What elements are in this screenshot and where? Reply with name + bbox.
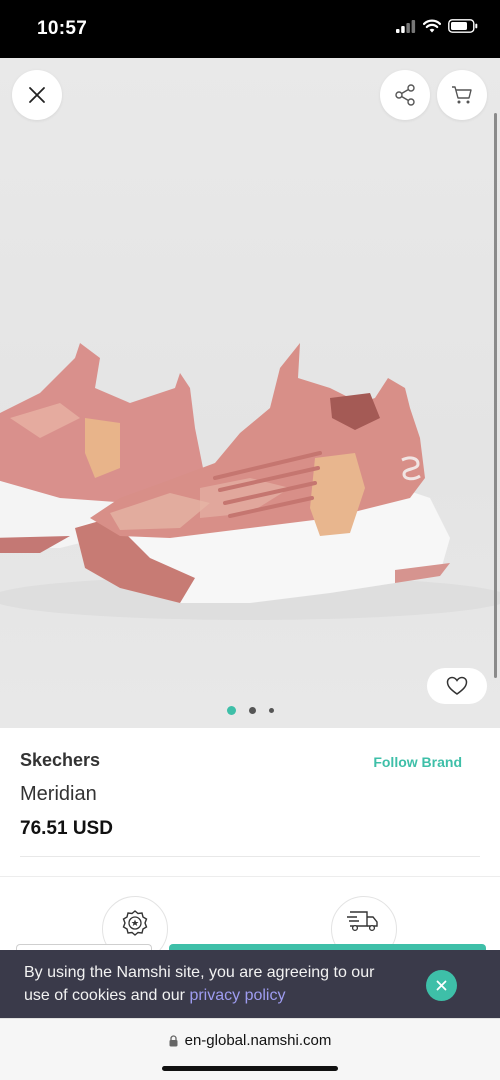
carousel-dot-1[interactable] <box>226 706 236 715</box>
heart-icon <box>446 676 468 695</box>
status-time: 10:57 <box>37 18 88 39</box>
badge-icon <box>122 910 148 936</box>
home-indicator[interactable] <box>162 1066 338 1071</box>
wifi-icon <box>423 19 441 33</box>
cookie-banner: By using the Namshi site, you are agreei… <box>0 950 500 1018</box>
url-text: en-global.namshi.com <box>184 1032 332 1049</box>
status-bar: 10:57 <box>0 0 500 58</box>
carousel-dot-2[interactable] <box>248 707 256 714</box>
product-name: Meridian <box>20 783 97 805</box>
cart-button[interactable] <box>437 70 487 120</box>
product-image-carousel[interactable] <box>0 58 500 728</box>
follow-brand-button[interactable]: Follow Brand <box>373 754 462 770</box>
lock-icon <box>169 1034 178 1046</box>
signal-icon <box>396 19 416 33</box>
product-price: 76.51 USD <box>20 818 113 839</box>
cookie-message: By using the Namshi site, you are agreei… <box>24 961 404 1007</box>
brand-name[interactable]: Skechers <box>20 750 100 771</box>
cart-icon <box>452 86 472 104</box>
feature-highlights <box>0 878 500 962</box>
delivery-truck-icon <box>347 911 378 932</box>
product-page: 10:57 Skechers Follow Brand Meridian 76.… <box>0 0 500 1080</box>
close-icon <box>29 87 45 103</box>
privacy-policy-link[interactable]: privacy policy <box>189 987 285 1004</box>
cookie-close-button[interactable] <box>426 970 457 1001</box>
wishlist-button[interactable] <box>427 668 487 704</box>
status-icons <box>396 19 478 33</box>
divider <box>20 856 480 857</box>
carousel-dots <box>0 706 500 715</box>
product-image <box>0 343 500 620</box>
close-icon <box>436 980 447 991</box>
close-button[interactable] <box>12 70 62 120</box>
url-display[interactable]: en-global.namshi.com <box>0 1032 500 1049</box>
scrollbar[interactable] <box>494 113 497 678</box>
share-icon <box>395 84 415 106</box>
divider <box>0 876 500 877</box>
product-info: Skechers Follow Brand Meridian 76.51 USD <box>0 728 500 878</box>
share-button[interactable] <box>380 70 430 120</box>
battery-icon <box>448 19 478 33</box>
carousel-dot-3[interactable] <box>268 708 274 713</box>
browser-address-bar[interactable]: en-global.namshi.com <box>0 1018 500 1080</box>
